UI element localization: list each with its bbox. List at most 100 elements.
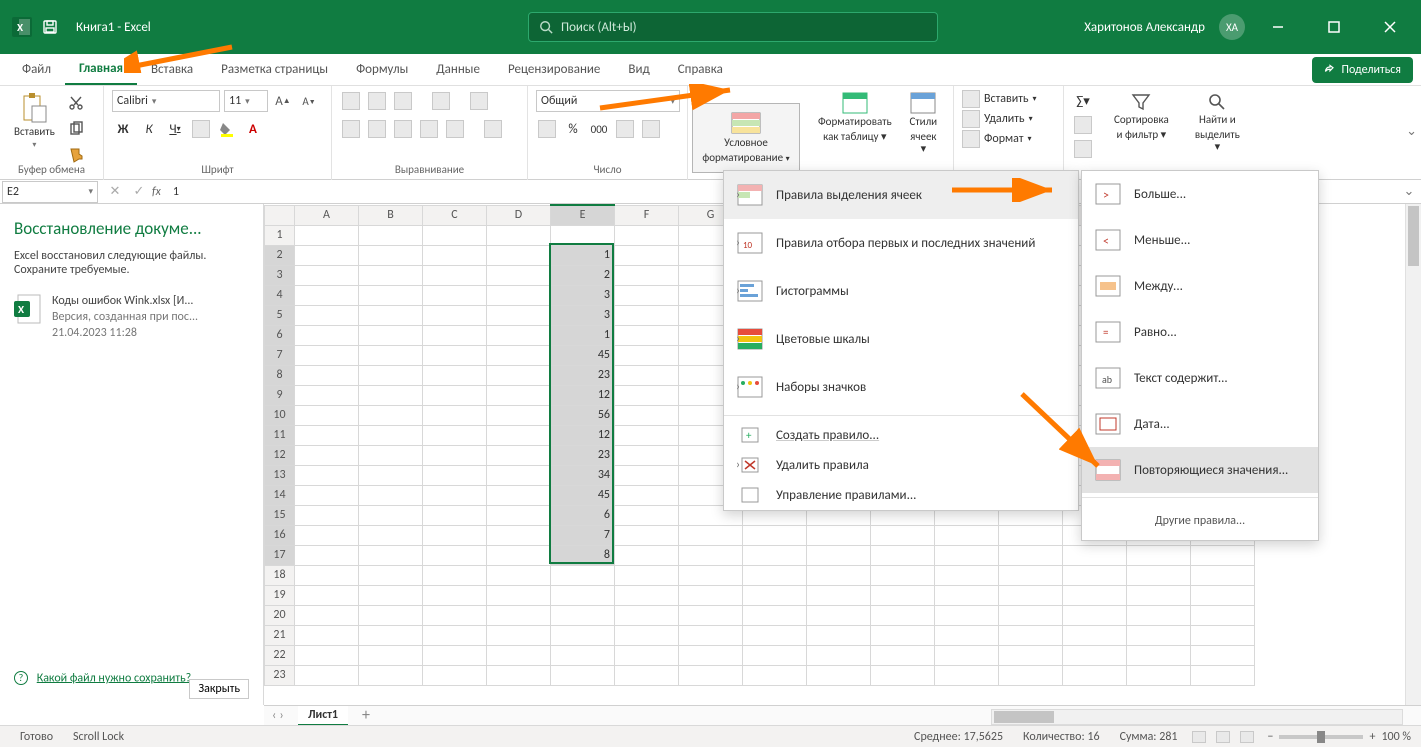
cell[interactable] — [1063, 665, 1127, 685]
format-as-table-button[interactable]: Форматироватькак таблицу ▾ — [812, 90, 898, 145]
menu-icon-sets[interactable]: Наборы значков› — [724, 363, 1078, 411]
cell[interactable] — [935, 645, 999, 665]
cell[interactable] — [679, 545, 743, 565]
cell[interactable] — [807, 625, 871, 645]
dec-decimal-icon[interactable] — [640, 118, 662, 140]
share-button[interactable]: Поделиться — [1312, 57, 1413, 83]
cell[interactable] — [487, 285, 551, 305]
insert-cells-button[interactable]: Вставить▾ — [962, 90, 1055, 108]
row-header[interactable]: 20 — [265, 605, 295, 625]
menu-clear-rules[interactable]: Удалить правила› — [724, 450, 1078, 480]
tab-layout[interactable]: Разметка страницы — [207, 54, 342, 85]
cell[interactable] — [295, 485, 359, 505]
cell[interactable] — [1127, 585, 1191, 605]
cell[interactable] — [615, 485, 679, 505]
cell[interactable] — [871, 545, 935, 565]
row-header[interactable]: 21 — [265, 625, 295, 645]
cell[interactable] — [1127, 645, 1191, 665]
cell[interactable] — [359, 605, 423, 625]
row-header[interactable]: 13 — [265, 465, 295, 485]
cell[interactable] — [615, 625, 679, 645]
underline-button[interactable]: Ч▾ — [164, 118, 186, 140]
cell[interactable] — [487, 505, 551, 525]
cell[interactable] — [359, 645, 423, 665]
cell[interactable] — [487, 365, 551, 385]
cell[interactable] — [743, 665, 807, 685]
cell[interactable] — [295, 405, 359, 425]
cell[interactable] — [423, 605, 487, 625]
cell[interactable] — [935, 565, 999, 585]
cell[interactable] — [807, 665, 871, 685]
cell[interactable] — [487, 405, 551, 425]
formula-expand-icon[interactable]: ⌄ — [1397, 184, 1421, 199]
cell[interactable] — [487, 305, 551, 325]
cell[interactable] — [551, 665, 615, 685]
align-bottom-icon[interactable] — [392, 90, 414, 112]
cell[interactable] — [551, 625, 615, 645]
find-select-button[interactable]: Найти ивыделить ▾ — [1189, 90, 1246, 156]
cell[interactable] — [615, 585, 679, 605]
cell[interactable] — [487, 645, 551, 665]
tab-help[interactable]: Справка — [664, 54, 737, 85]
menu-manage-rules[interactable]: Управление правилами... — [724, 480, 1078, 510]
sheet-nav[interactable]: ‹ › — [272, 708, 284, 723]
submenu-text-contains[interactable]: abТекст содержит... — [1082, 355, 1318, 401]
cell[interactable] — [487, 545, 551, 565]
cell[interactable] — [359, 325, 423, 345]
cell[interactable] — [679, 565, 743, 585]
cell[interactable] — [487, 385, 551, 405]
wrap-text-icon[interactable] — [468, 90, 490, 112]
row-header[interactable]: 12 — [265, 445, 295, 465]
cell[interactable] — [423, 485, 487, 505]
cell[interactable]: 2 — [551, 265, 615, 285]
zoom-slider[interactable] — [1279, 735, 1363, 739]
cell[interactable] — [807, 545, 871, 565]
cell[interactable] — [807, 565, 871, 585]
cell[interactable] — [615, 645, 679, 665]
indent-dec-icon[interactable] — [418, 118, 440, 140]
cell[interactable] — [359, 385, 423, 405]
cell[interactable] — [359, 465, 423, 485]
horizontal-scrollbar[interactable] — [991, 709, 1403, 725]
cell[interactable] — [615, 445, 679, 465]
cell[interactable] — [1127, 605, 1191, 625]
row-header[interactable]: 15 — [265, 505, 295, 525]
cell[interactable] — [871, 565, 935, 585]
cell[interactable] — [359, 425, 423, 445]
cell[interactable] — [295, 245, 359, 265]
cell[interactable] — [807, 645, 871, 665]
submenu-equal[interactable]: =Равно... — [1082, 309, 1318, 355]
cell[interactable] — [935, 525, 999, 545]
cell[interactable] — [615, 345, 679, 365]
cell[interactable] — [1191, 645, 1255, 665]
submenu-between[interactable]: Между... — [1082, 263, 1318, 309]
align-top-icon[interactable] — [340, 90, 362, 112]
submenu-duplicate-values[interactable]: Повторяющиеся значения... — [1082, 447, 1318, 493]
cell[interactable]: 3 — [551, 305, 615, 325]
cell[interactable] — [743, 545, 807, 565]
view-layout-icon[interactable] — [1212, 728, 1234, 746]
cell[interactable] — [1063, 625, 1127, 645]
cell[interactable] — [615, 605, 679, 625]
cell[interactable] — [743, 565, 807, 585]
cell[interactable] — [423, 345, 487, 365]
cell[interactable] — [551, 225, 615, 245]
cell[interactable] — [295, 585, 359, 605]
cell[interactable] — [679, 525, 743, 545]
cell[interactable] — [615, 545, 679, 565]
cell[interactable] — [295, 665, 359, 685]
cell[interactable] — [999, 625, 1063, 645]
bold-button[interactable]: Ж — [112, 118, 134, 140]
row-header[interactable]: 22 — [265, 645, 295, 665]
cell[interactable] — [679, 645, 743, 665]
tab-formulas[interactable]: Формулы — [342, 54, 422, 85]
merge-icon[interactable] — [482, 118, 504, 140]
ribbon-collapse-icon[interactable]: ⌄ — [1406, 124, 1417, 139]
cell[interactable] — [487, 325, 551, 345]
cell[interactable] — [295, 225, 359, 245]
cell[interactable] — [743, 625, 807, 645]
percent-icon[interactable]: % — [562, 118, 584, 140]
cell[interactable] — [615, 665, 679, 685]
cell[interactable]: 8 — [551, 545, 615, 565]
menu-highlight-rules[interactable]: Правила выделения ячеек› — [724, 171, 1078, 219]
